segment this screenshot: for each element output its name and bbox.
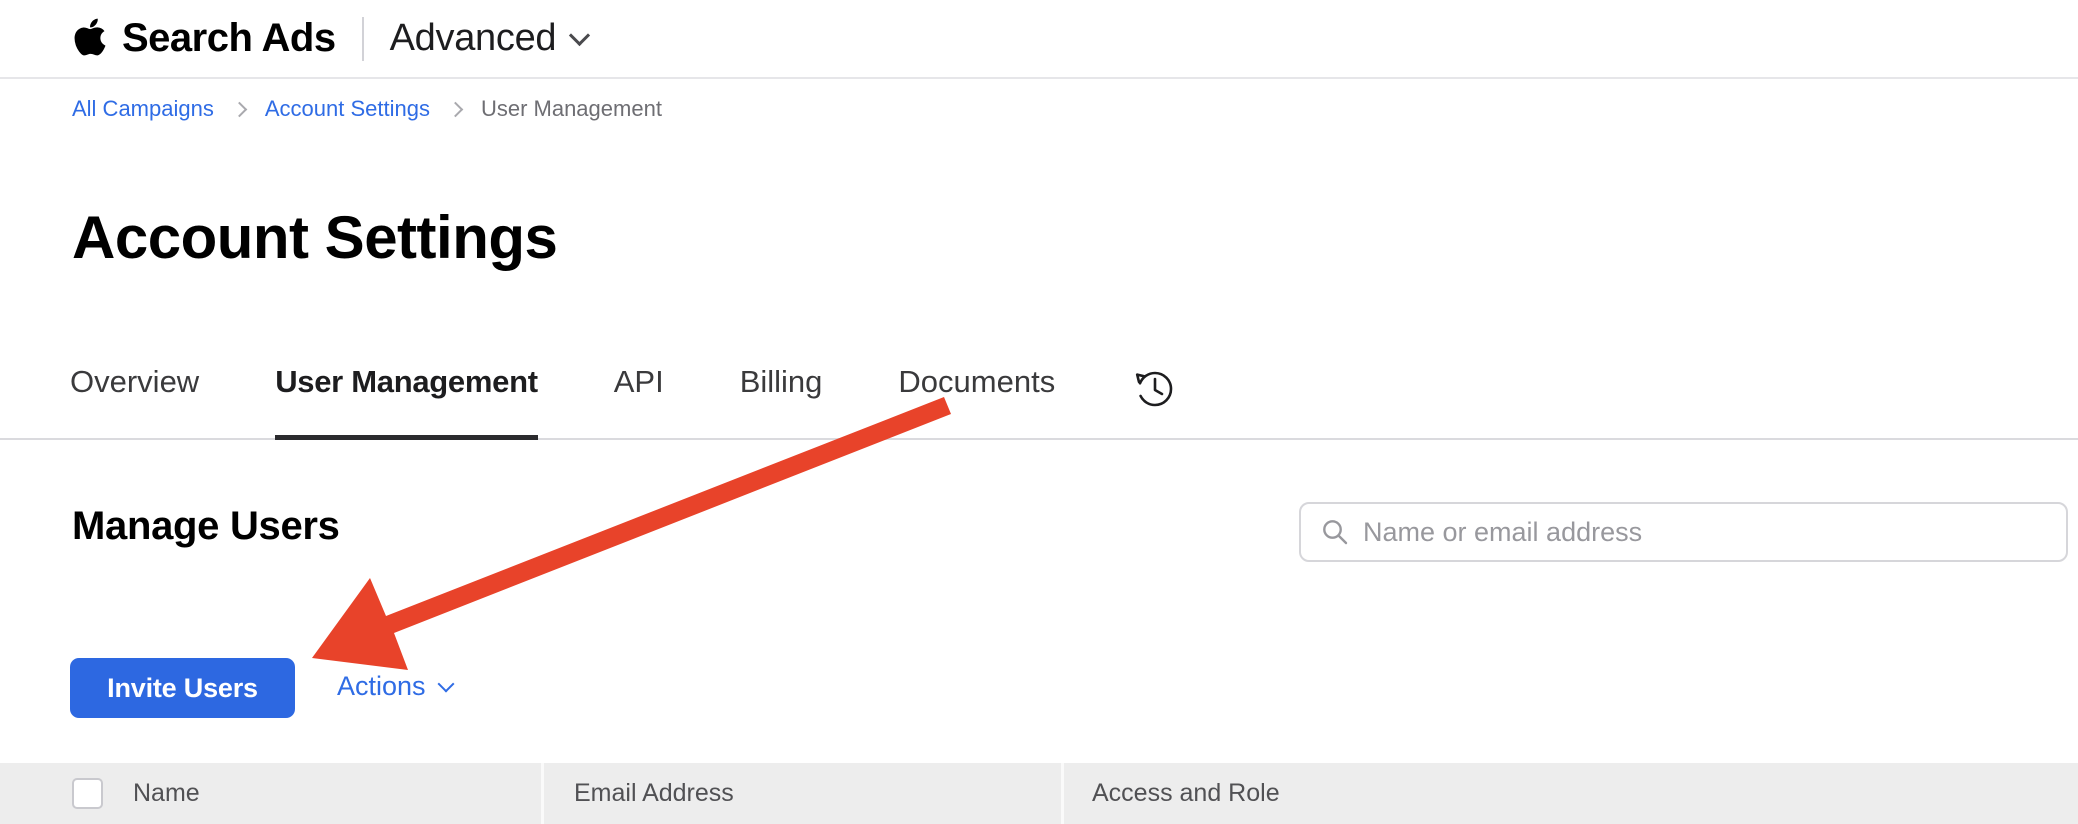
- brand-name: Search Ads: [122, 16, 336, 61]
- chevron-down-icon: [437, 676, 454, 693]
- breadcrumb-current: User Management: [481, 96, 662, 122]
- tab-overview[interactable]: Overview: [70, 364, 199, 438]
- chevron-right-icon: [448, 101, 464, 117]
- history-tab[interactable]: [1131, 366, 1177, 438]
- tab-billing[interactable]: Billing: [740, 364, 823, 438]
- column-header-access-role: Access and Role: [1092, 763, 1280, 824]
- breadcrumb-all-campaigns[interactable]: All Campaigns: [72, 96, 214, 122]
- chevron-down-icon: [569, 25, 590, 46]
- top-bar: Search Ads Advanced: [0, 0, 2078, 79]
- product-name: Advanced: [390, 17, 557, 60]
- search-icon: [1321, 518, 1349, 546]
- table-header-row: Name Email Address Access and Role: [0, 763, 2078, 824]
- column-header-email: Email Address: [574, 763, 734, 824]
- user-search: [1299, 502, 2068, 562]
- actions-dropdown[interactable]: Actions: [337, 671, 452, 702]
- breadcrumb: All Campaigns Account Settings User Mana…: [72, 96, 662, 122]
- column-divider: [1061, 763, 1064, 824]
- apple-logo-icon: [72, 16, 108, 58]
- chevron-right-icon: [232, 101, 248, 117]
- brand-lockup[interactable]: Search Ads: [72, 16, 336, 61]
- section-heading: Manage Users: [72, 504, 340, 549]
- tab-user-management[interactable]: User Management: [275, 364, 538, 438]
- select-all-checkbox[interactable]: [72, 778, 103, 809]
- page-title: Account Settings: [72, 203, 557, 272]
- tab-documents[interactable]: Documents: [898, 364, 1055, 438]
- column-divider: [541, 763, 544, 824]
- column-header-name: Name: [133, 763, 200, 824]
- actions-label: Actions: [337, 671, 426, 702]
- account-settings-page: Search Ads Advanced All Campaigns Accoun…: [0, 0, 2078, 824]
- product-switcher-dropdown[interactable]: Advanced: [390, 17, 588, 60]
- breadcrumb-account-settings[interactable]: Account Settings: [265, 96, 430, 122]
- invite-users-button[interactable]: Invite Users: [70, 658, 295, 718]
- search-input[interactable]: [1363, 517, 2048, 548]
- topbar-divider: [362, 17, 364, 61]
- clock-history-icon: [1131, 366, 1177, 412]
- tab-api[interactable]: API: [614, 364, 664, 438]
- tab-bar: Overview User Management API Billing Doc…: [0, 352, 2078, 440]
- search-box: [1299, 502, 2068, 562]
